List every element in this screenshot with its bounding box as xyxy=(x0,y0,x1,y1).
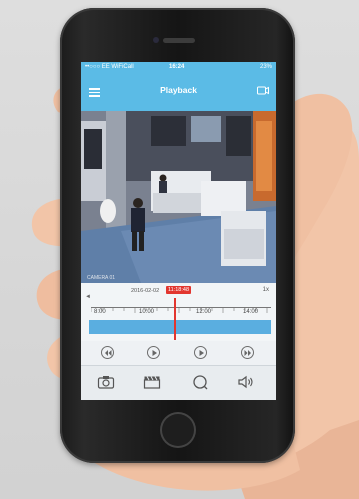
status-time: 16:24 xyxy=(169,64,185,70)
tick-label: 8:00 xyxy=(94,309,106,315)
tick-label: 10:00 xyxy=(139,309,155,315)
tab-bar xyxy=(81,365,276,400)
fast-forward-icon xyxy=(244,349,251,356)
play-icon xyxy=(152,349,157,356)
timeline[interactable]: ◄ 2016-02-02 11:18:48 1x 8:00 10:00 12:0… xyxy=(81,283,276,341)
step-play-button[interactable] xyxy=(194,346,207,359)
recording-bar[interactable] xyxy=(89,320,271,334)
app-header: Playback xyxy=(81,73,276,111)
timeline-left-arrow-icon[interactable]: ◄ xyxy=(85,294,91,300)
carrier-text: ••○○○ EE WiFiCall xyxy=(85,64,134,70)
rewind-button[interactable] xyxy=(101,346,114,359)
video-camera-icon[interactable] xyxy=(257,86,269,95)
video-feed[interactable]: CAMERA 01 xyxy=(81,111,276,283)
status-bar: ••○○○ EE WiFiCall 16:24 23% xyxy=(81,62,276,73)
timeline-current-time: 11:18:48 xyxy=(166,286,192,294)
camera-icon[interactable] xyxy=(97,374,115,390)
timeline-cursor[interactable] xyxy=(174,298,176,340)
speaker-icon[interactable] xyxy=(237,374,255,390)
page-title: Playback xyxy=(160,85,197,95)
phone-screen: ••○○○ EE WiFiCall 16:24 23% Playback CAM… xyxy=(81,62,276,400)
fast-forward-button[interactable] xyxy=(241,346,254,359)
camera-label: CAMERA 01 xyxy=(87,275,116,281)
playback-controls xyxy=(81,341,276,365)
store-scene xyxy=(81,111,276,283)
home-button[interactable] xyxy=(160,412,196,448)
battery-text: 23% xyxy=(259,64,272,70)
timeline-date: 2016-02-02 xyxy=(131,288,160,294)
timeline-scale: 8:00 10:00 12:00 14:00 xyxy=(91,307,271,318)
search-icon[interactable] xyxy=(191,374,209,390)
earpiece-speaker xyxy=(163,38,195,43)
front-camera xyxy=(153,37,159,43)
tick-label: 12:00 xyxy=(196,309,212,315)
clapperboard-icon[interactable] xyxy=(143,374,161,390)
timeline-zoom[interactable]: 1x xyxy=(263,287,269,293)
play-button[interactable] xyxy=(147,346,160,359)
tick-label: 14:00 xyxy=(243,309,259,315)
rewind-icon xyxy=(104,349,111,356)
play-icon xyxy=(199,349,204,356)
